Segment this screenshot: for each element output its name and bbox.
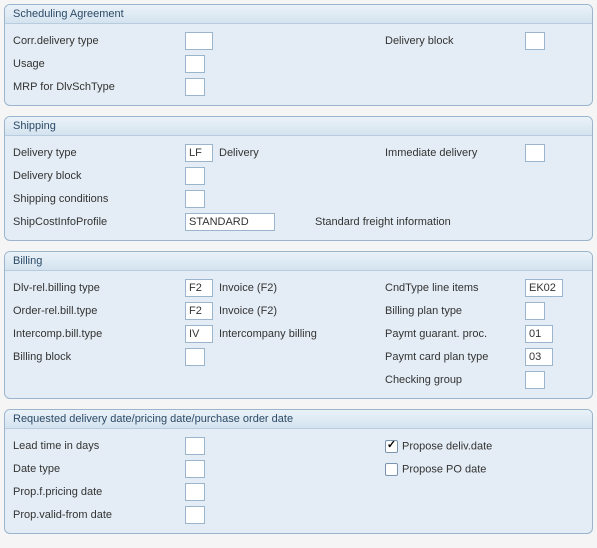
label-prop-pricing-date: Prop.f.pricing date: [13, 486, 185, 498]
desc-delivery-type: Delivery: [219, 147, 259, 159]
input-usage[interactable]: [185, 55, 205, 73]
input-paymt-guarant[interactable]: [525, 325, 553, 343]
label-lead-time: Lead time in days: [13, 440, 185, 452]
input-ship-delivery-block[interactable]: [185, 167, 205, 185]
desc-order-rel-billing: Invoice (F2): [219, 305, 277, 317]
input-prop-valid-from[interactable]: [185, 506, 205, 524]
input-delivery-type[interactable]: [185, 144, 213, 162]
input-cndtype[interactable]: [525, 279, 563, 297]
desc-intercomp-billing: Intercompany billing: [219, 328, 317, 340]
input-order-rel-billing[interactable]: [185, 302, 213, 320]
label-billing-plan-type: Billing plan type: [385, 305, 525, 317]
input-sched-delivery-block[interactable]: [525, 32, 545, 50]
label-sched-delivery-block: Delivery block: [385, 35, 525, 47]
label-order-rel-billing: Order-rel.bill.type: [13, 305, 185, 317]
input-billing-plan-type[interactable]: [525, 302, 545, 320]
desc-shipcost-profile: Standard freight information: [315, 216, 451, 228]
checkbox-propose-deliv-date[interactable]: [385, 440, 398, 453]
input-mrp[interactable]: [185, 78, 205, 96]
label-ship-delivery-block: Delivery block: [13, 170, 185, 182]
label-usage: Usage: [13, 58, 185, 70]
group-header-scheduling: Scheduling Agreement: [5, 5, 592, 24]
group-header-billing: Billing: [5, 252, 592, 271]
group-shipping: Shipping Delivery type Delivery Immediat…: [4, 116, 593, 241]
label-corr-delivery-type: Corr.delivery type: [13, 35, 185, 47]
group-requested-dates: Requested delivery date/pricing date/pur…: [4, 409, 593, 534]
label-intercomp-billing: Intercomp.bill.type: [13, 328, 185, 340]
input-prop-pricing-date[interactable]: [185, 483, 205, 501]
input-corr-delivery-type[interactable]: [185, 32, 213, 50]
group-header-shipping: Shipping: [5, 117, 592, 136]
label-propose-po-date: Propose PO date: [402, 463, 486, 475]
label-date-type: Date type: [13, 463, 185, 475]
group-scheduling-agreement: Scheduling Agreement Corr.delivery type …: [4, 4, 593, 106]
group-header-requested: Requested delivery date/pricing date/pur…: [5, 410, 592, 429]
input-lead-time[interactable]: [185, 437, 205, 455]
desc-dlv-rel-billing: Invoice (F2): [219, 282, 277, 294]
label-billing-block: Billing block: [13, 351, 185, 363]
input-date-type[interactable]: [185, 460, 205, 478]
label-paymt-guarant: Paymt guarant. proc.: [385, 328, 525, 340]
input-checking-group[interactable]: [525, 371, 545, 389]
input-billing-block[interactable]: [185, 348, 205, 366]
input-intercomp-billing[interactable]: [185, 325, 213, 343]
checkbox-propose-po-date[interactable]: [385, 463, 398, 476]
label-mrp: MRP for DlvSchType: [13, 81, 185, 93]
label-dlv-rel-billing: Dlv-rel.billing type: [13, 282, 185, 294]
label-shipping-conditions: Shipping conditions: [13, 193, 185, 205]
label-paymt-card: Paymt card plan type: [385, 351, 525, 363]
input-paymt-card[interactable]: [525, 348, 553, 366]
group-billing: Billing Dlv-rel.billing type Invoice (F2…: [4, 251, 593, 399]
input-immediate-delivery[interactable]: [525, 144, 545, 162]
label-delivery-type: Delivery type: [13, 147, 185, 159]
label-shipcost-profile: ShipCostInfoProfile: [13, 216, 185, 228]
label-cndtype: CndType line items: [385, 282, 525, 294]
input-dlv-rel-billing[interactable]: [185, 279, 213, 297]
input-shipcost-profile[interactable]: [185, 213, 275, 231]
input-shipping-conditions[interactable]: [185, 190, 205, 208]
label-checking-group: Checking group: [385, 374, 525, 386]
label-immediate-delivery: Immediate delivery: [385, 147, 525, 159]
label-prop-valid-from: Prop.valid-from date: [13, 509, 185, 521]
label-propose-deliv-date: Propose deliv.date: [402, 440, 492, 452]
